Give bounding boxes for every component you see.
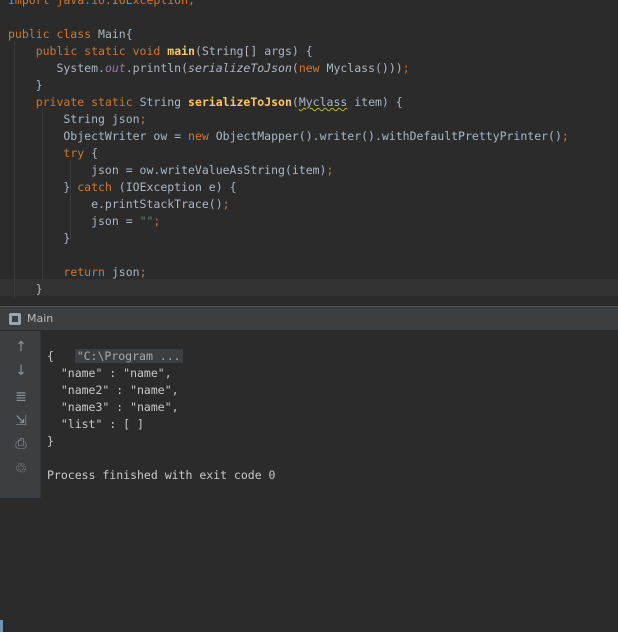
code-token: private static	[35, 95, 140, 109]
code-token: ""	[139, 214, 154, 228]
process-exit-line: Process finished with exit code 0	[47, 468, 276, 482]
code-token: ;	[326, 163, 334, 177]
code-token: }	[8, 231, 71, 245]
code-token: ;	[139, 112, 147, 126]
code-token: {	[91, 146, 99, 160]
code-token: (IOException e) {	[118, 180, 237, 194]
output-line: "name2" : "name",	[47, 383, 179, 397]
code-token: ;	[153, 214, 161, 228]
code-token: json = ow.writeValueAsString(item)	[8, 163, 327, 177]
code-line: }	[8, 230, 70, 247]
code-token: (String[] args) {	[194, 44, 313, 58]
run-panel-header: Main	[0, 307, 618, 632]
code-token: try	[63, 146, 92, 160]
run-toolbar: ↑ ↓ ≣ ⇲ ⎙ ♲	[0, 331, 41, 498]
code-line: }	[8, 77, 43, 94]
code-token: catch	[77, 180, 119, 194]
code-token: System.	[8, 61, 105, 75]
code-token: out	[104, 61, 126, 75]
output-line: "name" : "name",	[47, 366, 172, 380]
code-token: json =	[8, 214, 140, 228]
code-token: }	[8, 78, 43, 92]
code-token: json	[111, 265, 140, 279]
code-token: serializeToJson	[188, 95, 292, 109]
down-arrow-icon[interactable]: ↓	[10, 361, 32, 381]
code-token: e.printStackTrace()	[8, 197, 223, 211]
rerun-up-icon[interactable]: ↑	[10, 337, 32, 357]
code-editor[interactable]: import java.io.IOException; public class …	[0, 0, 618, 306]
code-token: Myclass	[298, 95, 348, 109]
code-token: main	[167, 44, 195, 58]
code-line: try {	[8, 145, 98, 162]
code-token: .println(	[125, 61, 189, 75]
code-token: serializeToJson	[188, 61, 292, 75]
code-token: Main{	[98, 27, 133, 41]
print-icon[interactable]: ⎙	[10, 434, 32, 454]
trash-icon[interactable]: ♲	[10, 459, 32, 479]
code-token: new	[188, 129, 216, 143]
code-line: private static String serializeToJson(My…	[8, 94, 403, 111]
command-line: "C:\Program ...	[47, 331, 183, 363]
code-token: }	[8, 282, 43, 296]
code-token: (	[291, 95, 299, 109]
code-token: ;	[561, 129, 569, 143]
code-token: new	[298, 61, 327, 75]
code-token: public class	[8, 27, 99, 41]
code-line: String json;	[8, 111, 147, 128]
code-token: ;	[402, 61, 410, 75]
output-line: "name3" : "name",	[47, 400, 179, 414]
run-tab-label[interactable]: Main	[27, 312, 53, 325]
code-token: ;	[139, 265, 147, 279]
output-line: {	[47, 349, 54, 363]
command-line-text[interactable]: "C:\Program ...	[74, 349, 183, 363]
code-line: json = ow.writeValueAsString(item);	[8, 162, 333, 179]
code-line: e.printStackTrace();	[8, 196, 230, 213]
code-line: return json;	[8, 264, 147, 281]
code-line: System.out.println(serializeToJson(new M…	[8, 60, 410, 77]
code-token: ObjectWriter ow =	[8, 129, 189, 143]
soft-wrap-icon[interactable]: ≣	[10, 387, 32, 407]
code-line: json = "";	[8, 213, 160, 230]
code-token: return	[63, 265, 112, 279]
scroll-to-end-icon[interactable]: ⇲	[10, 411, 32, 431]
code-line: } catch (IOException e) {	[8, 179, 237, 196]
code-token: ObjectMapper().writer().withDefaultPrett…	[215, 129, 562, 143]
current-line-highlight	[0, 279, 618, 296]
code-line: import java.io.IOException;	[8, 0, 195, 9]
code-token: ;	[222, 197, 230, 211]
code-token: (	[291, 61, 299, 75]
code-token: String	[139, 95, 189, 109]
code-token: import java.io.IOException;	[8, 0, 195, 7]
code-token: Myclass()))	[326, 61, 403, 75]
code-token: item) {	[347, 95, 403, 109]
code-line: public class Main{	[8, 26, 133, 43]
console-output[interactable]: "C:\Program ... { "name" : "name", "name…	[41, 331, 618, 498]
run-window-icon	[9, 313, 21, 325]
code-token: public static void	[35, 44, 168, 58]
code-line: }	[8, 281, 43, 298]
code-token: }	[8, 180, 78, 194]
code-token: String json	[8, 112, 140, 126]
code-line: ObjectWriter ow = new ObjectMapper().wri…	[8, 128, 569, 145]
panel-edge-marker	[0, 620, 3, 632]
output-line: }	[47, 434, 54, 448]
code-line: public static void main(String[] args) {	[8, 43, 313, 60]
output-line: "list" : [ ]	[47, 417, 144, 431]
